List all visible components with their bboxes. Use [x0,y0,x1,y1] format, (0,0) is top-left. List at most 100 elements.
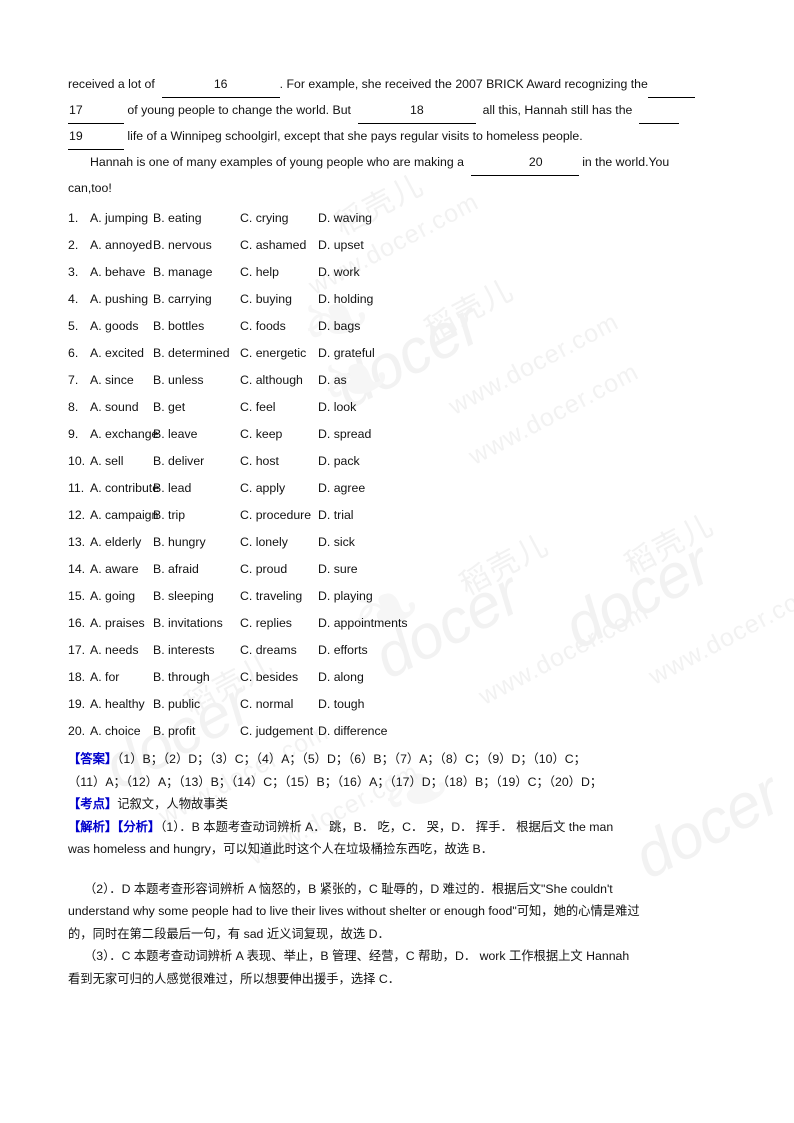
option-row: 10. A. sell B. deliver C. host D. pack [68,448,728,475]
option-14-b: B. afraid [153,562,199,576]
option-2-c: C. ashamed [240,238,307,252]
option-16-c: C. replies [240,616,292,630]
jiexi-tag: 【解析】【分析】 [68,819,161,834]
option-15-c: C. traveling [240,589,303,603]
option-row: 14. A. aware B. afraid C. proud D. sure [68,556,728,583]
document-page: received a lot of 16. For example, she r… [0,0,794,1123]
option-3-a: A. behave [90,265,146,279]
option-1-a: A. jumping [90,211,149,225]
option-5-d: D. bags [318,319,361,333]
option-row: 11. A. contributeB. lead C. apply D. agree [68,475,728,502]
option-11-c: C. apply [240,481,286,495]
option-6-d: D. grateful [318,346,375,360]
passage-text: received a lot of 16. For example, she r… [68,72,728,201]
jiexi-line-2: was homeless and hungry，可以知道此时这个人在垃圾桶捡东西… [68,842,494,856]
option-9-b: B. leave [153,427,198,441]
option-number: 4. [68,292,79,306]
blank-16: 16 [161,72,280,98]
blank-17-lead [647,72,695,98]
option-19-d: D. tough [318,697,365,711]
option-12-c: C. procedure [240,508,312,522]
option-row: 18. A. for B. through C. besides D. along [68,664,728,691]
option-19-c: C. normal [240,697,294,711]
option-6-c: C. energetic [240,346,307,360]
option-row: 2. A. annoyedB. nervous C. ashamed D. upset [68,232,728,259]
answer-values-1: （1）B；（2）D；（3）C；（4）A；（5）D；（6）B；（7）A；（8）C；… [117,752,586,766]
option-number: 5. [68,319,79,333]
option-number: 10. [68,454,86,468]
option-4-c: C. buying [240,292,292,306]
passage-line-4-before: Hannah is one of many examples of young … [90,155,464,169]
option-row: 20. A. choice B. profit C. judgement D. diff… [68,718,728,745]
option-row: 17. A. needs B. interests C. dreams D. effor… [68,637,728,664]
option-15-d: D. playing [318,589,373,603]
option-number: 15. [68,589,86,603]
option-18-d: D. along [318,670,364,684]
option-17-d: D. efforts [318,643,368,657]
option-4-a: A. pushing [90,292,149,306]
option-row: 7. A. since B. unless C. although D. as [68,367,728,394]
option-4-d: D. holding [318,292,374,306]
option-number: 6. [68,346,79,360]
option-17-b: B. interests [153,643,215,657]
option-8-a: A. sound [90,400,139,414]
option-number: 16. [68,616,86,630]
option-row: 6. A. excited B. determined C. energetic D. … [68,340,728,367]
option-number: 14. [68,562,86,576]
option-14-d: D. sure [318,562,358,576]
option-11-d: D. agree [318,481,366,495]
jiexi-3-line-2: 看到无家可归的人感觉很难过，所以想要伸出援手，选择 C． [68,971,401,986]
option-row: 13. A. elderly B. hungry C. lonely D. sick [68,529,728,556]
option-16-d: D. appointments [318,616,408,630]
option-19-a: A. healthy [90,697,145,711]
answer-line-2: （11）A；（12）A；（13）B；（14）C；（15）B；（16）A；（17）… [68,774,603,789]
option-14-c: C. proud [240,562,288,576]
passage-line-1-before: received a lot of [68,77,155,91]
option-10-a: A. sell [90,454,124,468]
option-10-c: C. host [240,454,279,468]
option-row: 8. A. sound B. get C. feel D. look [68,394,728,421]
option-6-b: B. determined [153,346,230,360]
option-1-b: B. eating [153,211,202,225]
option-9-c: C. keep [240,427,283,441]
option-13-b: B. hungry [153,535,206,549]
option-18-b: B. through [153,670,210,684]
kaodian-tag: 【考点】 [68,797,118,811]
blank-19: 19 [68,124,124,150]
passage-line-5: can,too! [68,181,112,195]
option-2-a: A. annoyed [90,238,153,252]
option-15-a: A. going [90,589,136,603]
option-17-c: C. dreams [240,643,297,657]
option-12-d: D. trial [318,508,354,522]
option-20-a: A. choice [90,724,141,738]
option-number: 1. [68,211,79,225]
option-number: 7. [68,373,79,387]
passage-line-1: received a lot of 16. For example, she r… [68,72,728,98]
option-12-b: B. trip [153,508,186,522]
option-5-a: A. goods [90,319,139,333]
option-19-b: B. public [153,697,201,711]
option-8-c: C. feel [240,400,276,414]
option-number: 17. [68,643,86,657]
option-1-d: D. waving [318,211,372,225]
passage-line-2-mid: of young people to change the world. But [127,103,351,117]
option-3-b: B. manage [153,265,213,279]
option-20-b: B. profit [153,724,196,738]
passage-line-3-text: life of a Winnipeg schoolgirl, except th… [127,129,583,143]
jiexi-line-1: 【解析】【分析】（1）．B 本题考查动词辨析 A． 跳，B． 吃，C． 哭，D．… [68,816,733,839]
passage-line-3: 19 life of a Winnipeg schoolgirl, except… [68,124,728,150]
option-6-a: A. excited [90,346,144,360]
option-number: 18. [68,670,86,684]
option-7-b: B. unless [153,373,204,387]
passage-line-4-after: in the world.You [582,155,670,169]
option-4-b: B. carrying [153,292,212,306]
option-row: 12. A. campaignB. trip C. procedure D. tria… [68,502,728,529]
option-10-b: B. deliver [153,454,205,468]
jiexi-2-line-3: 的，同时在第二段最后一句，有 sad 近义词复现，故选 D． [68,926,390,941]
blank-20: 20 [470,150,579,176]
option-10-d: D. pack [318,454,360,468]
option-number: 12. [68,508,86,522]
option-12-a: A. campaign [90,508,159,522]
option-number: 3. [68,265,79,279]
